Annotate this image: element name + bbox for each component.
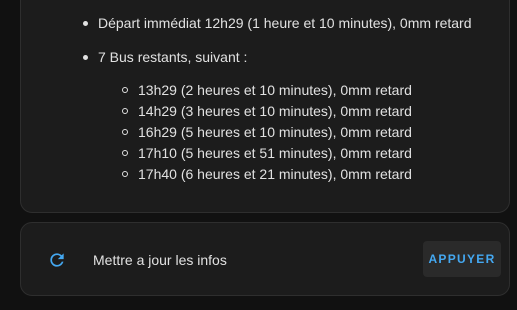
departures-list: Départ immédiat 12h29 (1 heure et 10 min…	[81, 13, 472, 185]
immediate-departure: Départ immédiat 12h29 (1 heure et 10 min…	[81, 13, 472, 33]
next-departure-item: 17h10 (5 heures et 51 minutes), 0mm reta…	[122, 143, 472, 164]
next-departure-item: 14h29 (3 heures et 10 minutes), 0mm reta…	[122, 101, 472, 122]
next-departure-item: 17h40 (6 heures et 21 minutes), 0mm reta…	[122, 164, 472, 185]
update-label: Mettre a jour les infos	[93, 252, 227, 268]
update-card: Mettre a jour les infos APPUYER	[20, 222, 510, 296]
departures-card: Départ immédiat 12h29 (1 heure et 10 min…	[20, 0, 510, 213]
next-departures-list: 13h29 (2 heures et 10 minutes), 0mm reta…	[122, 80, 472, 185]
next-departure-item: 16h29 (5 heures et 10 minutes), 0mm reta…	[122, 122, 472, 143]
refresh-icon	[47, 250, 67, 270]
next-departure-item: 13h29 (2 heures et 10 minutes), 0mm reta…	[122, 80, 472, 101]
remaining-buses-header: 7 Bus restants, suivant :	[98, 49, 248, 65]
press-button[interactable]: APPUYER	[423, 241, 501, 277]
remaining-buses: 7 Bus restants, suivant : 13h29 (2 heure…	[81, 47, 472, 185]
